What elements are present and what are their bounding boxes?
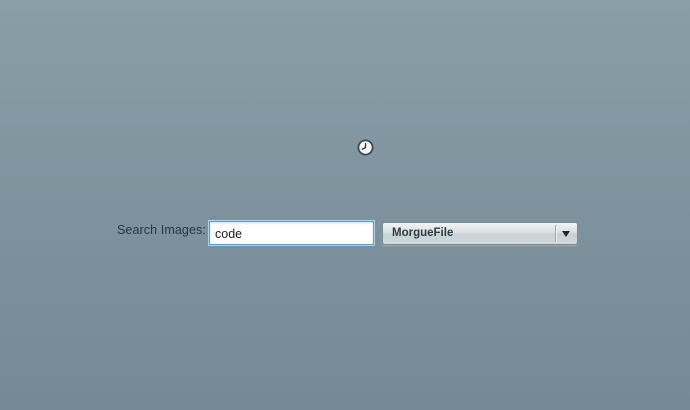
select-divider [555,225,557,242]
search-input[interactable] [209,221,374,245]
clock-spinner-icon [357,139,374,156]
search-images-label: Search Images: [117,223,206,237]
image-source-selected-value: MorgueFile [392,227,454,239]
image-source-select[interactable]: MorgueFile [382,222,578,245]
image-search-bar: Search Images: MorgueFile [0,220,690,246]
chevron-down-icon[interactable] [562,231,570,237]
